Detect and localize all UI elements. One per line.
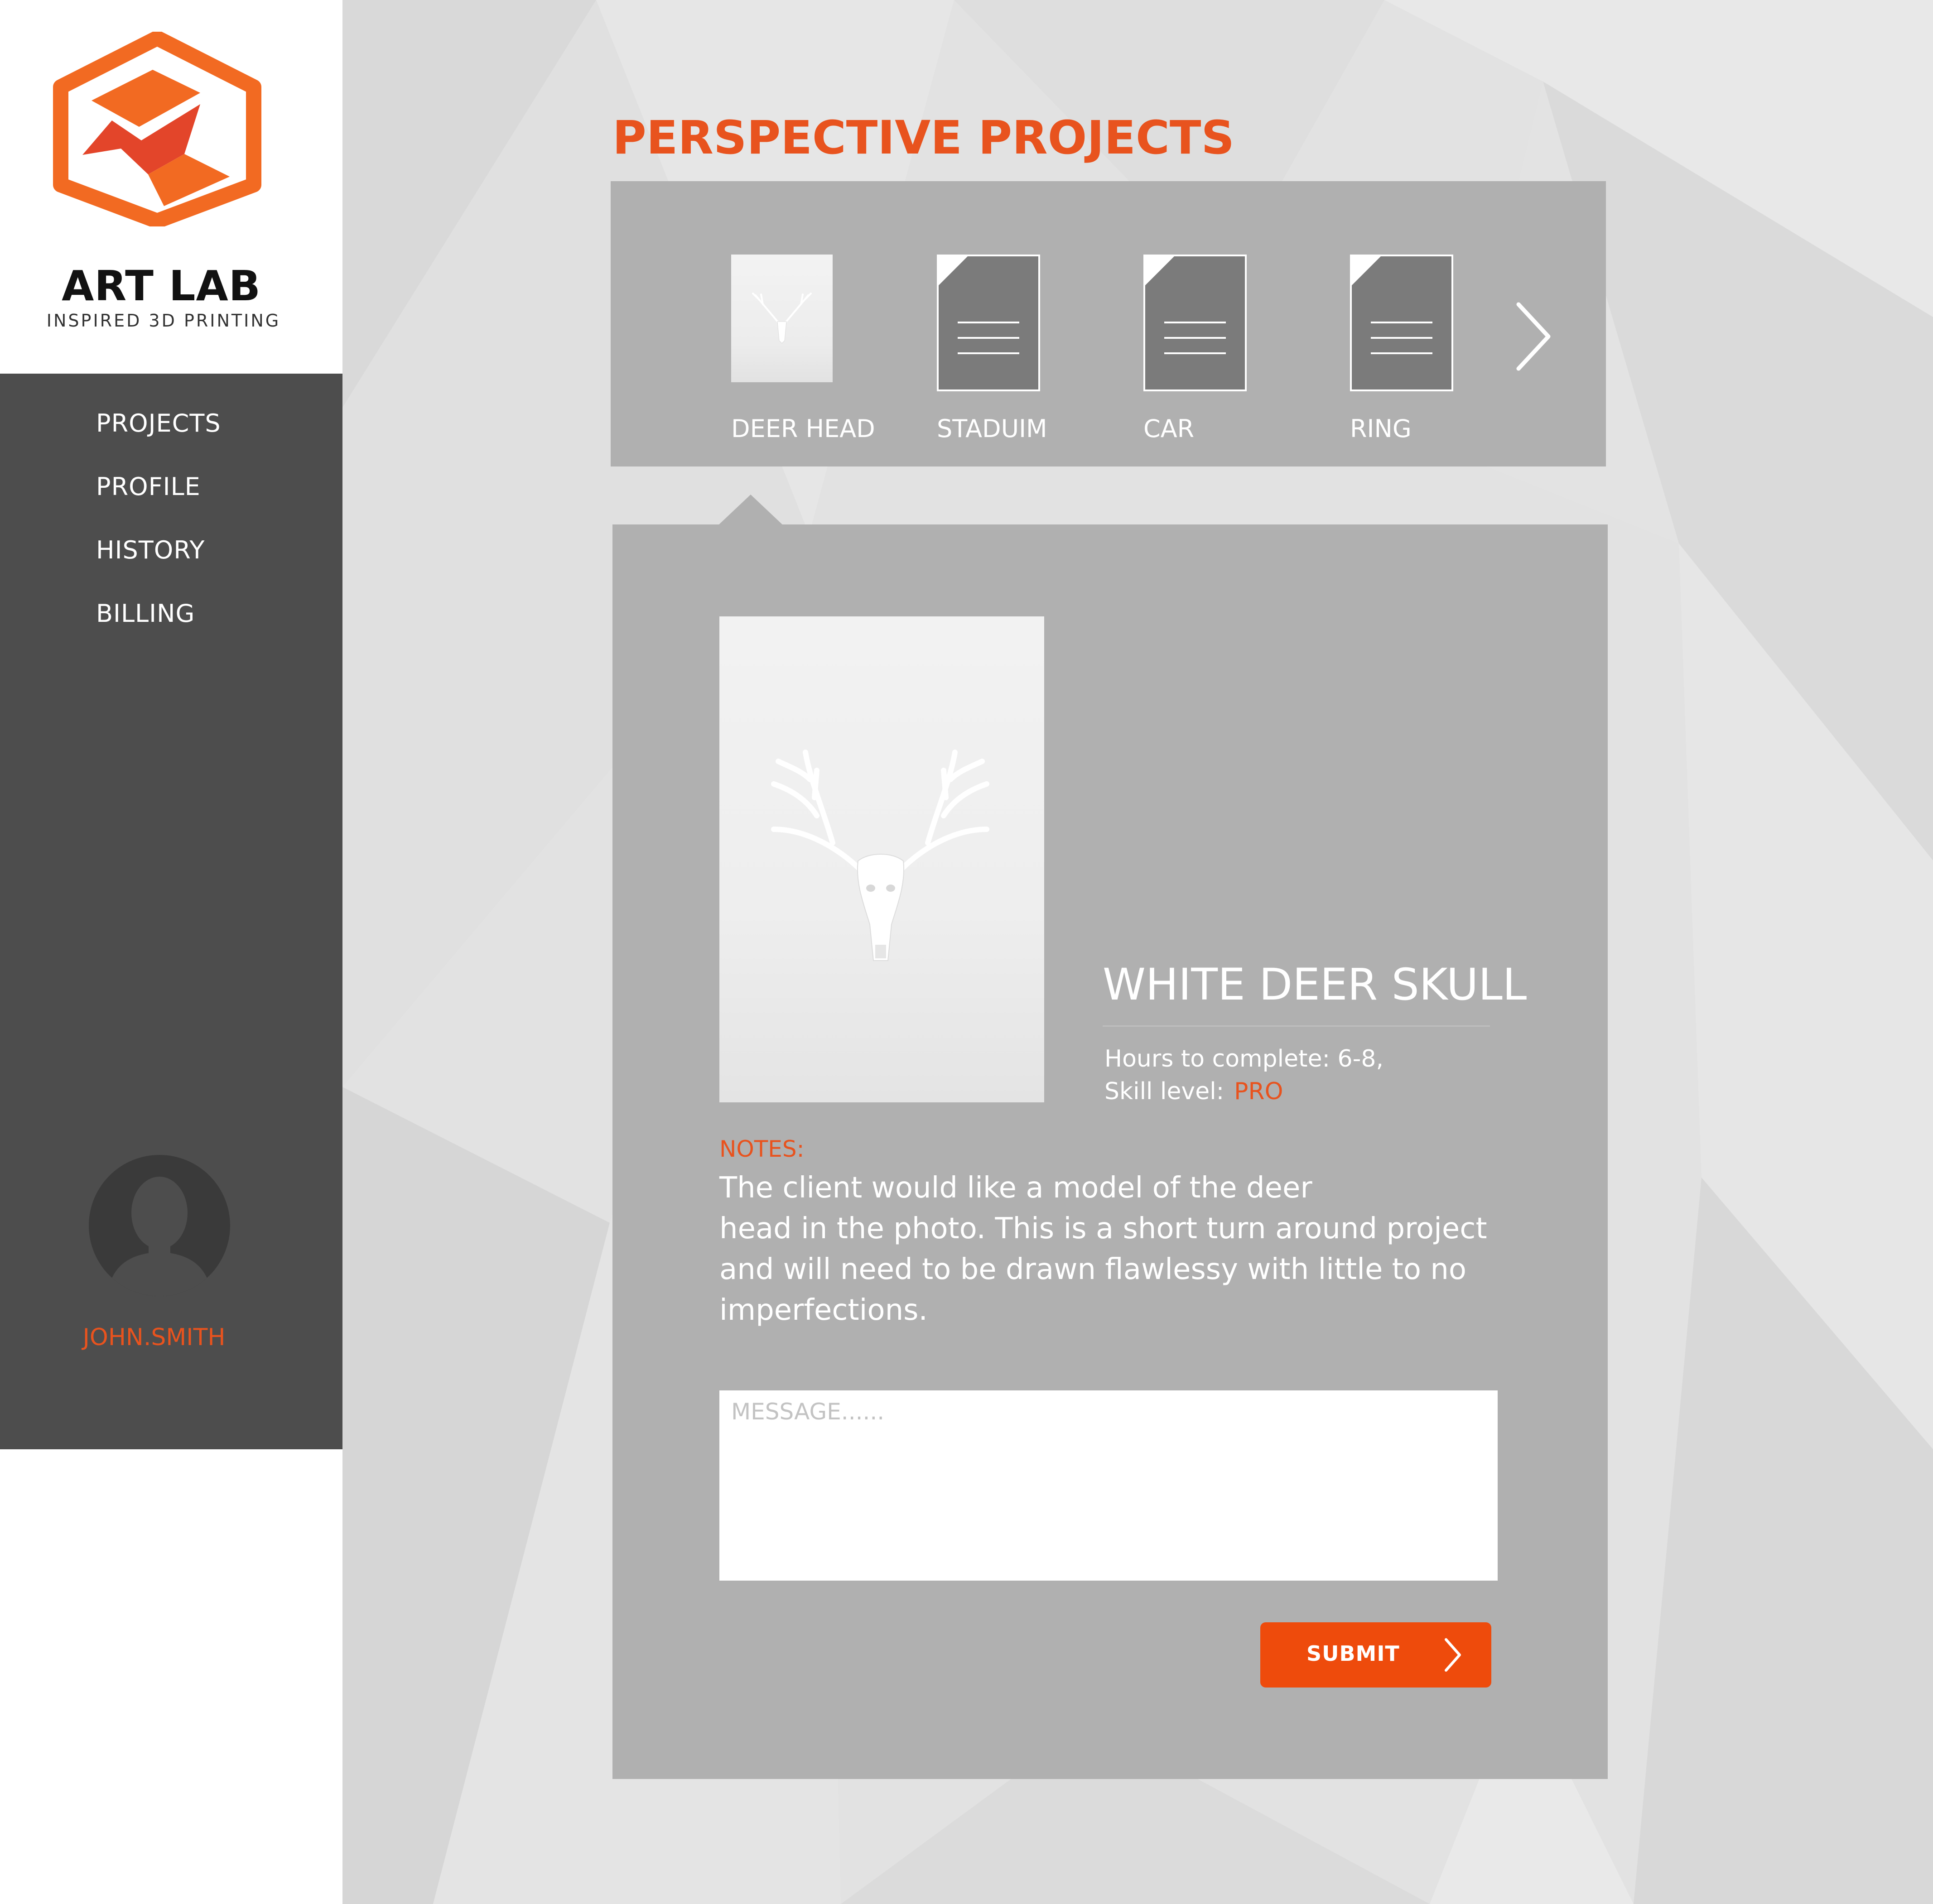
skill-level: Skill level: PRO bbox=[1104, 1078, 1283, 1105]
chevron-right-icon bbox=[1445, 1638, 1461, 1672]
sidebar-item-billing[interactable]: BILLING bbox=[96, 599, 195, 628]
document-icon[interactable] bbox=[937, 255, 1040, 391]
document-icon[interactable] bbox=[1143, 255, 1247, 391]
sidebar-item-history[interactable]: HISTORY bbox=[96, 536, 205, 564]
brand-header: ART LAB INSPIRED 3D PRINTING bbox=[0, 0, 342, 374]
carousel-label-ring[interactable]: RING bbox=[1350, 414, 1412, 443]
chevron-right-icon[interactable] bbox=[1509, 298, 1558, 375]
message-input[interactable] bbox=[719, 1390, 1498, 1581]
hours-to-complete: Hours to complete: 6-8, bbox=[1104, 1045, 1384, 1072]
notes-text-line: head in the photo. This is a short turn … bbox=[719, 1212, 1487, 1245]
carousel-label-car[interactable]: CAR bbox=[1143, 414, 1194, 443]
notes-text-line: and will need to be drawn flawlessy with… bbox=[719, 1253, 1467, 1286]
page-title: PERSPECTIVE PROJECTS bbox=[612, 111, 1234, 165]
carousel-label-staduim[interactable]: STADUIM bbox=[937, 414, 1047, 443]
project-carousel: DEER HEAD STADUIM CAR RING bbox=[611, 181, 1606, 466]
sidebar-item-projects[interactable]: PROJECTS bbox=[96, 409, 221, 438]
art-lab-hexagon-logo[interactable] bbox=[51, 32, 264, 226]
notes-label: NOTES: bbox=[719, 1136, 805, 1162]
brand-name: ART LAB bbox=[62, 262, 261, 310]
carousel-label-deer-head[interactable]: DEER HEAD bbox=[731, 414, 875, 443]
sidebar: PROJECTS PROFILE HISTORY BILLING JOHN.SM… bbox=[0, 374, 342, 1449]
user-name[interactable]: JOHN.SMITH bbox=[0, 1324, 308, 1351]
project-name: WHITE DEER SKULL bbox=[1103, 959, 1527, 1010]
skill-level-label: Skill level: bbox=[1104, 1078, 1224, 1105]
user-avatar-icon[interactable] bbox=[89, 1155, 230, 1296]
notes-text-line: imperfections. bbox=[719, 1293, 928, 1327]
project-photo bbox=[719, 616, 1044, 1102]
project-detail-panel: WHITE DEER SKULL Hours to complete: 6-8,… bbox=[612, 524, 1608, 1779]
carousel-thumb-deer-head[interactable] bbox=[731, 255, 833, 382]
skill-level-value: PRO bbox=[1234, 1078, 1283, 1105]
notes-text-line: The client would like a model of the dee… bbox=[719, 1171, 1312, 1205]
brand-tagline: INSPIRED 3D PRINTING bbox=[46, 311, 281, 331]
divider bbox=[1103, 1025, 1490, 1027]
sidebar-item-profile[interactable]: PROFILE bbox=[96, 472, 201, 501]
selection-pointer bbox=[718, 495, 783, 525]
document-icon[interactable] bbox=[1350, 255, 1453, 391]
submit-button[interactable]: SUBMIT bbox=[1260, 1622, 1491, 1688]
submit-button-label: SUBMIT bbox=[1306, 1641, 1400, 1666]
